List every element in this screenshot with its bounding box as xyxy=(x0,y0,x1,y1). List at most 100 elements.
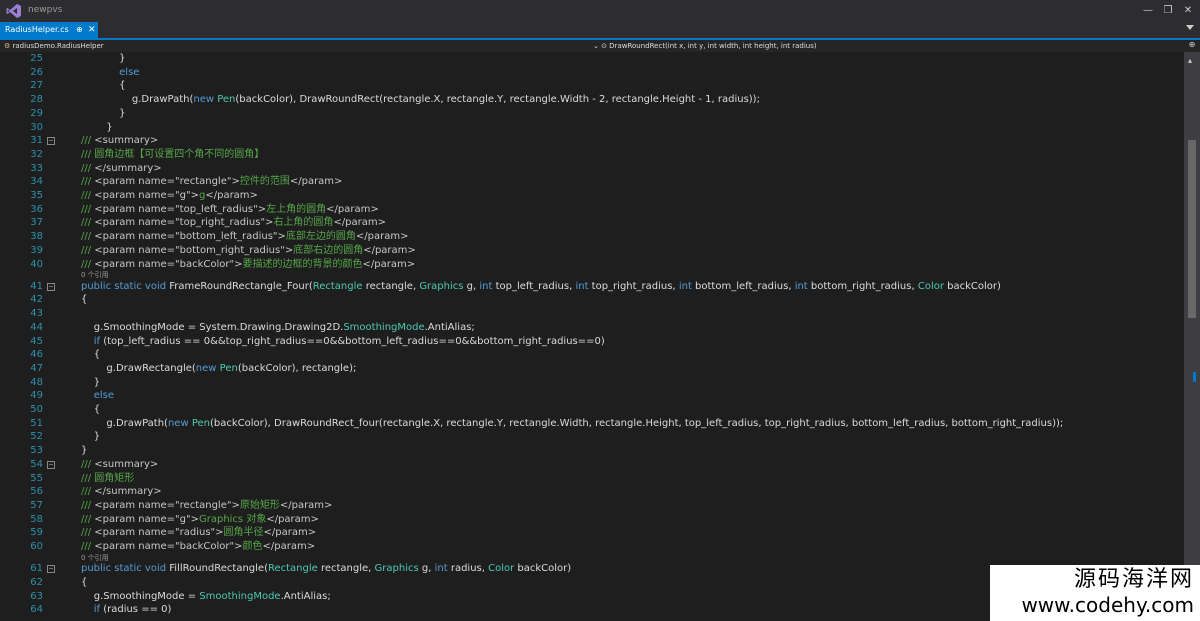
minimize-button[interactable]: — xyxy=(1140,3,1156,19)
code-line[interactable]: 45 if (top_left_radius == 0&&top_right_r… xyxy=(0,335,1184,349)
code-line[interactable]: 37 /// <param name="top_right_radius">右上角… xyxy=(0,216,1184,230)
code-line[interactable]: 51 g.DrawPath(new Pen(backColor), DrawRo… xyxy=(0,417,1184,431)
line-number: 29 xyxy=(30,107,43,119)
code-text: } xyxy=(81,52,125,66)
code-text: /// 圆角边框【可设置四个角不同的圆角】 xyxy=(81,148,264,162)
line-number: 61 xyxy=(30,563,43,575)
code-text: { xyxy=(81,79,125,93)
code-line[interactable]: 31− /// <summary> xyxy=(0,134,1184,148)
line-number: 43 xyxy=(30,308,43,320)
tab-overflow-chevron-down-icon[interactable] xyxy=(1186,25,1194,30)
code-token: <param name="g"> xyxy=(94,513,199,525)
code-token: /// xyxy=(81,527,95,539)
code-token: (backColor), DrawRoundRect_four(rectangl… xyxy=(209,417,1064,429)
code-line[interactable]: 32 /// 圆角边框【可设置四个角不同的圆角】 xyxy=(0,148,1184,162)
code-line[interactable]: 40 /// <param name="backColor">要描述的边框的背景的… xyxy=(0,258,1184,272)
line-number: 50 xyxy=(30,404,43,415)
line-number: 60 xyxy=(30,541,43,552)
code-token: 底部右边的圆角 xyxy=(293,244,364,256)
code-token: Rectangle xyxy=(267,563,321,575)
scroll-up-icon[interactable]: ▴ xyxy=(1188,56,1192,65)
code-line[interactable]: 60 /// <param name="backColor">颜色</param> xyxy=(0,540,1184,554)
collapse-icon[interactable]: − xyxy=(47,565,55,574)
vertical-scrollbar[interactable]: ▴ xyxy=(1184,52,1200,621)
code-line[interactable]: 42 { xyxy=(0,293,1184,307)
code-line[interactable]: 47 g.DrawRectangle(new Pen(backColor), r… xyxy=(0,362,1184,376)
code-line[interactable]: 59 /// <param name="radius">圆角半径</param> xyxy=(0,526,1184,540)
code-line[interactable]: 55 /// 圆角矩形 xyxy=(0,472,1184,486)
tab-close-icon[interactable]: ✕ xyxy=(88,22,96,38)
caret-position-marker xyxy=(1193,372,1196,382)
code-line[interactable]: 27 { xyxy=(0,79,1184,93)
code-line[interactable]: 54− /// <summary> xyxy=(0,458,1184,472)
code-line[interactable]: 58 /// <param name="g">Graphics 对象</param… xyxy=(0,513,1184,527)
code-line[interactable]: 39 /// <param name="bottom_right_radius">… xyxy=(0,244,1184,258)
code-line[interactable]: 30 } xyxy=(0,121,1184,135)
line-number: 55 xyxy=(30,472,43,484)
code-token: <param name="bottom_right_radius"> xyxy=(94,244,294,256)
code-line[interactable]: 33 /// </summary> xyxy=(0,162,1184,176)
code-line[interactable]: 34 /// <param name="rectangle">控件的范围</par… xyxy=(0,175,1184,189)
code-token: top_left_radius, xyxy=(495,280,576,292)
line-number: 54 xyxy=(30,458,43,470)
codelens-references[interactable]: 0 个引用 xyxy=(81,553,109,563)
codelens-references[interactable]: 0 个引用 xyxy=(81,270,109,280)
code-token: } xyxy=(81,121,113,133)
code-line[interactable]: 25 } xyxy=(0,52,1184,66)
code-line[interactable]: 53} xyxy=(0,444,1184,458)
code-token: } xyxy=(81,431,101,443)
code-line[interactable]: 43 xyxy=(0,307,1184,321)
code-line[interactable]: 44 g.SmoothingMode = System.Drawing.Draw… xyxy=(0,321,1184,335)
collapse-icon[interactable]: − xyxy=(47,282,55,291)
restore-button[interactable]: ❐ xyxy=(1160,3,1176,19)
scrollbar-thumb[interactable] xyxy=(1188,140,1196,318)
code-line[interactable]: 29 } xyxy=(0,107,1184,121)
line-number: 34 xyxy=(30,176,43,188)
code-line[interactable]: 35 /// <param name="g">g</param> xyxy=(0,189,1184,203)
code-text: public static void FrameRoundRectangle_F… xyxy=(81,280,1001,294)
code-line[interactable]: 46 { xyxy=(0,348,1184,362)
code-editor[interactable]: 25 } 26 else 27 {28 g.DrawPath(new Pen(bac… xyxy=(0,52,1184,621)
line-number: 53 xyxy=(30,445,43,457)
line-number: 52 xyxy=(30,431,43,443)
class-dropdown-value: radiusDemo.RadiusHelper xyxy=(12,42,104,50)
code-token: /// xyxy=(81,499,95,511)
code-line[interactable]: 48 } xyxy=(0,376,1184,390)
code-token: 底部左边的圆角 xyxy=(285,231,356,243)
code-token: g.DrawRectangle( xyxy=(81,362,196,374)
line-number: 47 xyxy=(30,362,43,374)
watermark: 源码海洋网 www.codehy.com xyxy=(1021,561,1194,617)
code-text: /// <param name="rectangle">控件的范围</param… xyxy=(81,175,342,189)
code-line[interactable]: 36 /// <param name="top_left_radius">左上角的… xyxy=(0,203,1184,217)
code-line[interactable]: 52 } xyxy=(0,430,1184,444)
line-number: 46 xyxy=(30,349,43,361)
code-line[interactable]: 28 g.DrawPath(new Pen(backColor), DrawRo… xyxy=(0,93,1184,107)
class-dropdown[interactable]: ⚙ radiusDemo.RadiusHelper xyxy=(4,40,104,52)
code-text: { xyxy=(81,403,100,417)
split-window-icon[interactable]: ⊕ xyxy=(1188,40,1196,50)
code-token: FillRoundRectangle( xyxy=(169,563,268,575)
code-line[interactable]: 41− public static void FrameRoundRectangl… xyxy=(0,280,1184,294)
tab-radiushelper[interactable]: RadiusHelper.cs ⊕ ✕ xyxy=(0,22,98,38)
code-line[interactable]: 56 /// </summary> xyxy=(0,485,1184,499)
line-number: 57 xyxy=(30,499,43,511)
member-dropdown[interactable]: ⌄ ⊙ DrawRoundRect(int x, int y, int widt… xyxy=(593,40,817,52)
code-line[interactable]: 26 else xyxy=(0,66,1184,80)
code-token: <param name="bottom_left_radius"> xyxy=(94,231,286,243)
code-line[interactable]: 49 else xyxy=(0,389,1184,403)
collapse-icon[interactable]: − xyxy=(47,460,55,469)
close-button[interactable]: ✕ xyxy=(1180,3,1196,19)
code-token: bottom_left_radius, xyxy=(695,280,795,292)
code-line[interactable]: 50 { xyxy=(0,403,1184,417)
code-token: g.SmoothingMode = System.Drawing.Drawing… xyxy=(81,321,344,333)
code-line[interactable]: 57 /// <param name="rectangle">原始矩形</para… xyxy=(0,499,1184,513)
code-token: </param> xyxy=(289,176,343,188)
code-token: } xyxy=(81,376,101,388)
code-token: g.SmoothingMode = xyxy=(81,590,200,602)
code-text: /// <param name="g">Graphics 对象</param> xyxy=(81,513,319,527)
code-line[interactable]: 38 /// <param name="bottom_left_radius">底… xyxy=(0,230,1184,244)
line-number: 62 xyxy=(30,576,43,588)
code-token: int xyxy=(794,280,811,292)
pin-icon[interactable]: ⊕ xyxy=(76,22,83,38)
collapse-icon[interactable]: − xyxy=(47,137,55,146)
